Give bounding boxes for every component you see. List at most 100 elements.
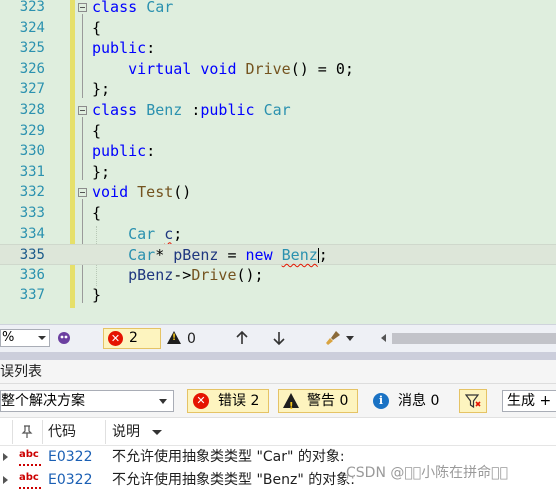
error-count-badge[interactable]: ✕ 2 — [103, 328, 161, 349]
code-text: pBenz->Drive(); — [92, 265, 264, 286]
spelling-error-icon: abc — [19, 472, 41, 489]
code-text: class Car — [92, 0, 173, 18]
code-line[interactable]: 324 { — [0, 18, 556, 39]
fold-toggle-icon[interactable] — [78, 188, 87, 198]
build-source-select[interactable]: 生成 + — [502, 390, 556, 412]
code-token: { — [92, 121, 102, 140]
code-line[interactable]: 335 Car* pBenz = new Benz; — [0, 244, 556, 265]
watermark: CSDN @  小陈在拼命   — [346, 462, 508, 482]
error-list-title: 误列表 — [0, 364, 42, 380]
scroll-left-icon[interactable] — [381, 334, 386, 342]
code-line[interactable]: 323 class Car — [0, 0, 556, 18]
code-token: = — [218, 246, 246, 265]
code-line[interactable]: 331}; — [0, 162, 556, 183]
arrow-up-icon[interactable] — [235, 330, 249, 346]
code-token: pBenz — [128, 265, 174, 284]
zoom-select[interactable]: % — [0, 329, 50, 347]
code-token: pBenz — [173, 246, 219, 265]
code-token: } — [92, 286, 102, 305]
code-line[interactable]: 332 void Test() — [0, 182, 556, 203]
error-list-header: 误列表 — [0, 360, 556, 384]
code-token: class — [92, 101, 138, 119]
code-token: Drive — [191, 265, 237, 284]
warnings-filter-button[interactable]: 警告 0 — [278, 389, 358, 418]
fold-toggle-icon[interactable] — [78, 106, 87, 115]
sort-chevron-icon[interactable] — [152, 430, 162, 435]
column-code[interactable]: 代码 — [48, 423, 76, 441]
code-text: }; — [92, 79, 110, 100]
error-count: 2 — [129, 330, 138, 346]
code-line[interactable]: 325 public: — [0, 38, 556, 59]
copilot-icon[interactable] — [56, 330, 72, 346]
code-token: new — [245, 246, 273, 265]
code-line[interactable]: 327}; — [0, 79, 556, 100]
code-line[interactable]: 336 pBenz->Drive(); — [0, 265, 556, 286]
error-list-column-header: 代码 说明 — [0, 418, 556, 446]
line-number: 335 — [19, 247, 45, 264]
code-token: public — [92, 142, 147, 161]
fold-toggle-icon[interactable] — [78, 3, 87, 12]
code-token: : — [146, 142, 156, 161]
code-text: { — [92, 121, 101, 142]
error-description: 不允许使用抽象类类型 "Benz" 的对象: — [112, 472, 355, 488]
code-text: Car* pBenz = new Benz; — [92, 245, 328, 266]
scope-value: 整个解决方案 — [1, 393, 85, 409]
panel-splitter[interactable] — [0, 352, 556, 360]
code-text: virtual void Drive() = 0; — [92, 59, 354, 80]
code-cleanup-brush-icon[interactable] — [324, 329, 342, 347]
code-token: ; — [173, 224, 183, 243]
code-text: void Test() — [92, 182, 191, 203]
error-code-link[interactable]: E0322 — [48, 449, 92, 466]
expand-row-icon[interactable] — [3, 453, 8, 461]
filter-button[interactable] — [459, 389, 487, 413]
expand-row-icon[interactable] — [3, 476, 8, 484]
line-number: 333 — [19, 205, 45, 221]
code-line[interactable]: 337} — [0, 285, 556, 306]
scope-select[interactable]: 整个解决方案 — [0, 390, 174, 412]
code-editor[interactable]: 323 class Car 324{325 public: 326 virtual vo… — [0, 0, 556, 324]
code-token: Drive — [245, 59, 291, 78]
pin-icon[interactable] — [20, 425, 34, 439]
line-number: 332 — [19, 184, 45, 201]
code-line[interactable]: 328 class Benz :public Car — [0, 100, 556, 121]
code-token: (); — [236, 265, 264, 284]
code-token: public — [200, 101, 255, 119]
info-icon: i — [373, 393, 389, 409]
column-description[interactable]: 说明 — [112, 423, 140, 441]
code-line[interactable]: 326 virtual void Drive() = 0; — [0, 59, 556, 80]
code-token: Benz — [146, 101, 183, 119]
horizontal-scrollbar[interactable] — [392, 333, 556, 344]
code-line[interactable]: 333 { — [0, 203, 556, 224]
filter-icon — [465, 394, 481, 409]
messages-filter-button[interactable]: i 消息 0 — [367, 389, 451, 413]
code-token: { — [92, 204, 102, 222]
build-source-value: 生成 + — [507, 393, 552, 409]
code-line[interactable]: 334 Car c; — [0, 224, 556, 245]
code-token: Car — [263, 101, 291, 119]
code-line[interactable]: 330 public: — [0, 141, 556, 162]
code-line[interactable]: 329 { — [0, 121, 556, 142]
line-number: 337 — [19, 287, 45, 304]
line-number: 331 — [19, 163, 45, 180]
code-text: { — [92, 18, 101, 39]
chevron-down-icon[interactable] — [346, 336, 354, 341]
errors-filter-button[interactable]: ✕ 错误 2 — [187, 389, 269, 413]
line-number: 323 — [19, 0, 45, 15]
line-number: 325 — [19, 40, 45, 57]
code-text: Car c; — [92, 224, 182, 245]
code-token: Car — [128, 224, 156, 243]
warning-icon[interactable] — [167, 331, 181, 344]
code-token: () — [173, 183, 192, 202]
column-divider — [12, 420, 13, 444]
error-code-link[interactable]: E0322 — [48, 472, 92, 489]
line-number: 329 — [19, 122, 45, 139]
arrow-down-icon[interactable] — [272, 330, 286, 346]
